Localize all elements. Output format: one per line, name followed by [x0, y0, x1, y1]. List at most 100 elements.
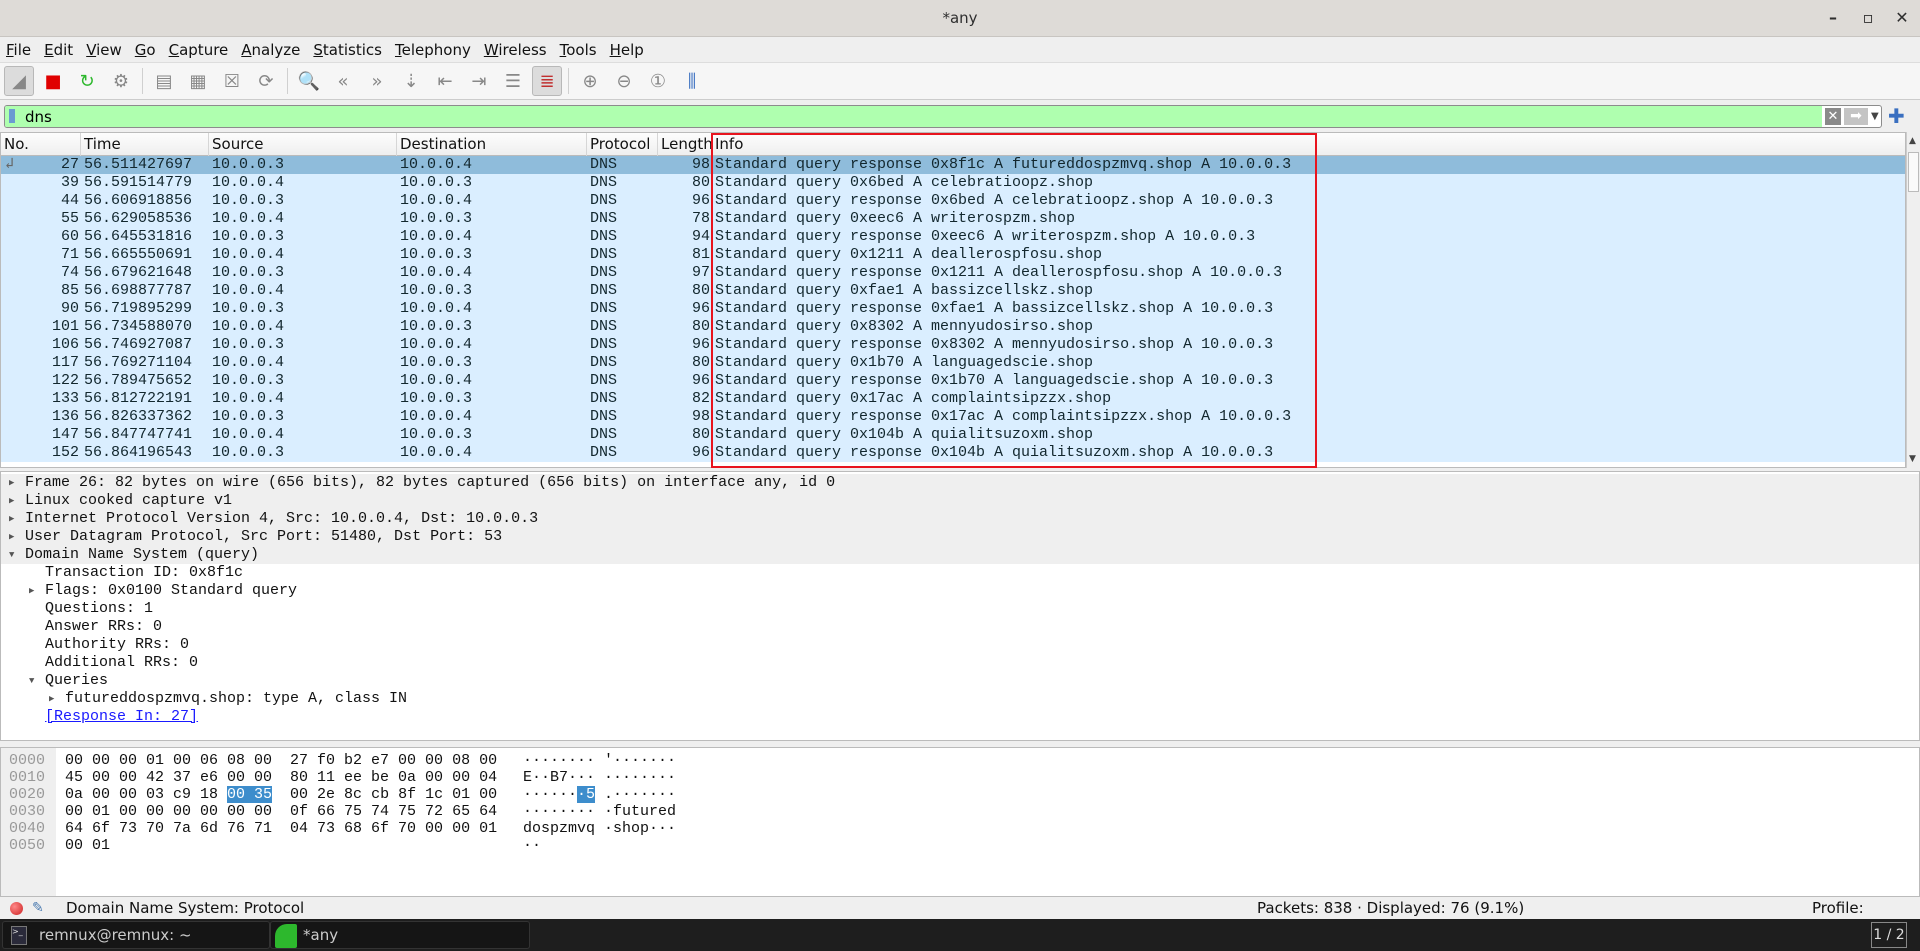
taskbar-terminal[interactable]: >_ remnux@remnux: ~: [2, 921, 270, 949]
resize-columns-icon[interactable]: ⫼: [677, 66, 707, 96]
menu-view[interactable]: View: [86, 41, 122, 59]
detail-row[interactable]: Additional RRs: 0: [1, 654, 1919, 672]
hex-bytes[interactable]: 00 00 00 01 00 06 08 00 27 f0 b2 e7 00 0…: [65, 752, 497, 769]
detail-row[interactable]: ▶ Frame 26: 82 bytes on wire (656 bits), …: [1, 474, 1919, 492]
zoom-in-icon[interactable]: ⊕: [575, 66, 605, 96]
scrollbar-thumb[interactable]: [1908, 152, 1919, 192]
minimize-button[interactable]: –: [1823, 8, 1843, 28]
add-filter-button-icon[interactable]: ✚: [1888, 104, 1905, 128]
bookmark-icon[interactable]: [9, 109, 15, 123]
packet-row[interactable]: 55 56.629058536 10.0.0.4 10.0.0.3 DNS 78 Stand…: [1, 210, 1905, 228]
packet-row[interactable]: 117 56.769271104 10.0.0.4 10.0.0.3 DNS 80 Stan…: [1, 354, 1905, 372]
packet-row[interactable]: 60 56.645531816 10.0.0.3 10.0.0.4 DNS 94 Stand…: [1, 228, 1905, 246]
collapse-arrow-icon[interactable]: ▼: [29, 672, 34, 690]
expand-arrow-icon[interactable]: ▶: [9, 492, 14, 510]
hex-ascii[interactable]: ·······5 .·······: [523, 786, 676, 803]
expand-arrow-icon[interactable]: ▶: [29, 582, 34, 600]
restart-capture-icon[interactable]: ↻: [72, 66, 102, 96]
hex-ascii[interactable]: ··: [523, 837, 541, 854]
capture-comment-icon[interactable]: ✎: [32, 897, 44, 919]
colorize-icon[interactable]: ≣: [532, 66, 562, 96]
shark-fin-start-icon[interactable]: ◢: [4, 66, 34, 96]
hex-bytes[interactable]: 0a 00 00 03 c9 18 00 35 00 2e 8c cb 8f 1…: [65, 786, 497, 803]
packet-row[interactable]: 44 56.606918856 10.0.0.3 10.0.0.4 DNS 96 Stand…: [1, 192, 1905, 210]
last-packet-icon[interactable]: ⇥: [464, 66, 494, 96]
packet-row[interactable]: 39 56.591514779 10.0.0.4 10.0.0.3 DNS 80 Stand…: [1, 174, 1905, 192]
expand-arrow-icon[interactable]: ▶: [9, 528, 14, 546]
collapse-arrow-icon[interactable]: ▼: [9, 546, 14, 564]
menu-help[interactable]: Help: [610, 41, 644, 59]
detail-row[interactable]: [Response In: 27]: [1, 708, 1919, 726]
clear-filter-icon[interactable]: ✕: [1825, 108, 1841, 125]
expand-arrow-icon[interactable]: ▶: [49, 690, 54, 708]
column-header-length[interactable]: Length: [658, 133, 713, 156]
menu-edit[interactable]: Edit: [44, 41, 73, 59]
expand-arrow-icon[interactable]: ▶: [9, 510, 14, 528]
hex-bytes[interactable]: 64 6f 73 70 7a 6d 76 71 04 73 68 6f 70 0…: [65, 820, 497, 837]
reload-file-icon[interactable]: ⟳: [251, 66, 281, 96]
menu-wireless[interactable]: Wireless: [484, 41, 547, 59]
column-header-info[interactable]: Info: [712, 133, 1905, 156]
workspace-switcher[interactable]: 1 / 2: [1871, 922, 1907, 948]
packet-row[interactable]: 122 56.789475652 10.0.0.3 10.0.0.4 DNS 96 Stan…: [1, 372, 1905, 390]
save-file-icon[interactable]: ▦: [183, 66, 213, 96]
scroll-up-icon[interactable]: ▲: [1909, 136, 1916, 146]
packet-row[interactable]: 27 56.511427697 10.0.0.3 10.0.0.4 DNS 98 Stand…: [1, 156, 1905, 174]
hex-ascii[interactable]: ········ ·futured: [523, 803, 676, 820]
find-packet-icon[interactable]: 🔍: [294, 66, 324, 96]
detail-row[interactable]: Questions: 1: [1, 600, 1919, 618]
detail-row[interactable]: ▶ User Datagram Protocol, Src Port: 51480…: [1, 528, 1919, 546]
column-header-source[interactable]: Source: [209, 133, 397, 156]
taskbar-wireshark[interactable]: *any: [270, 921, 530, 949]
close-button[interactable]: ✕: [1892, 8, 1912, 28]
detail-row[interactable]: ▶ Internet Protocol Version 4, Src: 10.0.…: [1, 510, 1919, 528]
hex-bytes[interactable]: 00 01: [65, 837, 110, 854]
detail-row[interactable]: ▶ Flags: 0x0100 Standard query: [1, 582, 1919, 600]
expand-arrow-icon[interactable]: ▶: [9, 474, 14, 492]
packet-row[interactable]: 133 56.812722191 10.0.0.4 10.0.0.3 DNS 82 Stan…: [1, 390, 1905, 408]
autoscroll-icon[interactable]: ☰: [498, 66, 528, 96]
packet-row[interactable]: 74 56.679621648 10.0.0.3 10.0.0.4 DNS 97 Stand…: [1, 264, 1905, 282]
menu-telephony[interactable]: Telephony: [395, 41, 471, 59]
go-to-packet-icon[interactable]: ⇣: [396, 66, 426, 96]
detail-text[interactable]: [Response In: 27]: [45, 708, 198, 726]
packet-row[interactable]: 147 56.847747741 10.0.0.4 10.0.0.3 DNS 80 Stan…: [1, 426, 1905, 444]
go-forward-icon[interactable]: »: [362, 66, 392, 96]
menu-go[interactable]: Go: [135, 41, 156, 59]
hex-bytes[interactable]: 45 00 00 42 37 e6 00 00 80 11 ee be 0a 0…: [65, 769, 497, 786]
packet-row[interactable]: 71 56.665550691 10.0.0.4 10.0.0.3 DNS 81 Stand…: [1, 246, 1905, 264]
column-header-destination[interactable]: Destination: [397, 133, 587, 156]
normal-size-icon[interactable]: ①: [643, 66, 673, 96]
detail-row[interactable]: ▼ Domain Name System (query): [1, 546, 1919, 564]
scroll-down-icon[interactable]: ▼: [1909, 454, 1916, 464]
hex-ascii[interactable]: E··B7··· ········: [523, 769, 676, 786]
hex-bytes[interactable]: 00 01 00 00 00 00 00 00 0f 66 75 74 75 7…: [65, 803, 497, 820]
packet-row[interactable]: 85 56.698877787 10.0.0.4 10.0.0.3 DNS 80 Stand…: [1, 282, 1905, 300]
detail-row[interactable]: ▼ Queries: [1, 672, 1919, 690]
apply-filter-icon[interactable]: ➡: [1844, 108, 1868, 125]
detail-row[interactable]: Transaction ID: 0x8f1c: [1, 564, 1919, 582]
menu-analyze[interactable]: Analyze: [241, 41, 300, 59]
display-filter-input[interactable]: [25, 106, 1815, 127]
zoom-out-icon[interactable]: ⊖: [609, 66, 639, 96]
menu-file[interactable]: File: [6, 41, 31, 59]
detail-row[interactable]: ▶ futureddospzmvq.shop: type A, class IN: [1, 690, 1919, 708]
detail-row[interactable]: Answer RRs: 0: [1, 618, 1919, 636]
go-back-icon[interactable]: «: [328, 66, 358, 96]
maximize-button[interactable]: ▫: [1858, 8, 1878, 28]
expert-info-icon[interactable]: [10, 902, 23, 915]
menu-capture[interactable]: Capture: [169, 41, 229, 59]
stop-capture-icon[interactable]: ■: [38, 66, 68, 96]
column-header-time[interactable]: Time: [81, 133, 209, 156]
packet-row[interactable]: 101 56.734588070 10.0.0.4 10.0.0.3 DNS 80 Stan…: [1, 318, 1905, 336]
menu-tools[interactable]: Tools: [560, 41, 597, 59]
hex-ascii[interactable]: ········ '·······: [523, 752, 676, 769]
column-header-protocol[interactable]: Protocol: [587, 133, 658, 156]
detail-row[interactable]: ▶ Linux cooked capture v1: [1, 492, 1919, 510]
hex-ascii[interactable]: dospzmvq ·shop···: [523, 820, 676, 837]
menu-statistics[interactable]: Statistics: [313, 41, 382, 59]
close-file-icon[interactable]: ☒: [217, 66, 247, 96]
filter-history-dropdown-icon[interactable]: ▼: [1871, 108, 1879, 125]
detail-row[interactable]: Authority RRs: 0: [1, 636, 1919, 654]
packet-row[interactable]: 106 56.746927087 10.0.0.3 10.0.0.4 DNS 96 Stan…: [1, 336, 1905, 354]
